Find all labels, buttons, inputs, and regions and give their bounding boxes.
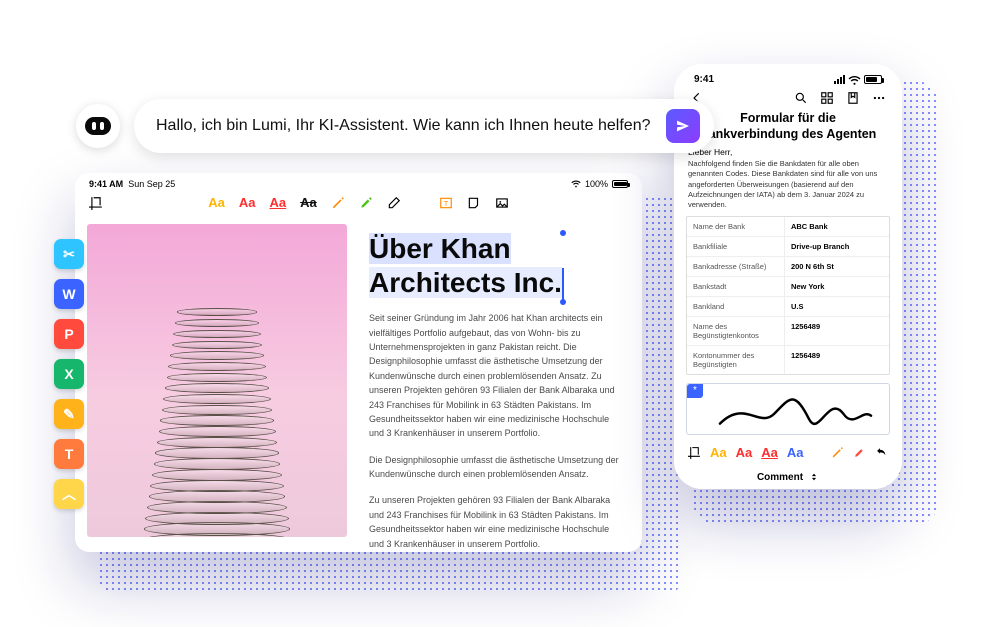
highlight-blue-button[interactable]: Aa (787, 445, 804, 460)
form-table: Name der BankABC BankBankfilialeDrive-up… (686, 216, 890, 375)
table-value: 200 N 6th St (784, 257, 889, 276)
text-caret-icon (562, 268, 564, 303)
highlight-yellow-button[interactable]: Aa (208, 195, 225, 210)
phone-toolbar: Aa Aa Aa Aa (686, 435, 890, 466)
strike-button[interactable]: Aa (300, 195, 317, 210)
side-apps-column: ✂ WPX ✎ T ︿ (54, 239, 84, 509)
svg-text:T: T (444, 200, 449, 207)
signature-field[interactable]: * (686, 383, 890, 435)
more-icon[interactable] (872, 91, 886, 105)
grid-icon[interactable] (820, 91, 834, 105)
table-label: Name des Begünstigtenkontos (687, 317, 784, 345)
table-value: 1256489 (784, 346, 889, 374)
phone-status-bar: 9:41 (686, 64, 890, 89)
app-icon-collapse[interactable]: ︿ (54, 479, 84, 509)
textbox-tool-icon[interactable]: T (439, 196, 453, 210)
app-icon-powerpoint[interactable]: P (54, 319, 84, 349)
pencil-tool-icon[interactable] (831, 446, 844, 459)
marker-tool-icon[interactable] (853, 446, 866, 459)
document-image (87, 224, 347, 537)
document-content: Über Khan Architects Inc. Seit seiner Gr… (347, 218, 642, 549)
table-label: Bankland (687, 297, 784, 316)
table-row: Kontonummer des Begünstigten1256489 (687, 346, 889, 374)
ai-assistant-row: Hallo, ich bin Lumi, Ihr KI-Assistent. W… (76, 99, 714, 153)
signature-icon (715, 394, 873, 434)
highlight-red-button[interactable]: Aa (239, 195, 256, 210)
table-value: Drive-up Branch (784, 237, 889, 256)
table-label: Kontonummer des Begünstigten (687, 346, 784, 374)
crop-tool-icon[interactable] (688, 446, 701, 459)
document-paragraph-2: Die Designphilosophie umfasst die ästhet… (369, 453, 620, 482)
table-value: ABC Bank (784, 217, 889, 236)
highlight-red-button[interactable]: Aa (736, 445, 753, 460)
crop-tool-icon[interactable] (89, 196, 103, 210)
form-greeting: Lieber Herr, (686, 142, 890, 159)
app-icon-text[interactable]: T (54, 439, 84, 469)
marker-tool-icon[interactable] (359, 196, 373, 210)
table-value: U.S (784, 297, 889, 316)
tablet-date: Sun Sep 25 (128, 179, 175, 189)
table-row: BankstadtNew York (687, 277, 889, 297)
bookmark-icon[interactable] (846, 91, 860, 105)
ai-send-button[interactable] (666, 109, 700, 143)
table-row: Bankadresse (Straße)200 N 6th St (687, 257, 889, 277)
undo-button[interactable] (875, 446, 888, 459)
note-tool-icon[interactable] (467, 196, 481, 210)
tablet-time: 9:41 AM (89, 179, 123, 189)
underline-red-button[interactable]: Aa (270, 195, 287, 210)
tablet-device: 9:41 AM Sun Sep 25 100% Aa Aa Aa Aa T Üb (75, 173, 642, 552)
table-label: Bankadresse (Straße) (687, 257, 784, 276)
document-paragraph-3: Zu unseren Projekten gehören 93 Filialen… (369, 493, 620, 549)
ai-bubble: Hallo, ich bin Lumi, Ihr KI-Assistent. W… (134, 99, 714, 153)
tablet-toolbar: Aa Aa Aa Aa T (75, 191, 642, 218)
required-tag: * (687, 384, 703, 398)
form-title: Formular für die Bankverbindung des Agen… (686, 111, 890, 142)
table-row: Name des Begünstigtenkontos1256489 (687, 317, 889, 346)
app-icon-scissors[interactable]: ✂ (54, 239, 84, 269)
highlight-yellow-button[interactable]: Aa (710, 445, 727, 460)
search-icon[interactable] (794, 91, 808, 105)
phone-nav-bar (686, 89, 890, 111)
battery-icon (612, 180, 628, 188)
table-value: 1256489 (784, 317, 889, 345)
document-title[interactable]: Über Khan Architects Inc. (369, 232, 562, 299)
wifi-icon (571, 179, 581, 189)
comment-button[interactable]: Comment (686, 466, 890, 483)
app-icon-word[interactable]: W (54, 279, 84, 309)
tablet-status-bar: 9:41 AM Sun Sep 25 100% (75, 173, 642, 191)
image-tool-icon[interactable] (495, 196, 509, 210)
table-value: New York (784, 277, 889, 296)
table-row: BankfilialeDrive-up Branch (687, 237, 889, 257)
tablet-battery-pct: 100% (585, 179, 608, 189)
form-intro: Nachfolgend finden Sie die Bankdaten für… (686, 159, 890, 216)
battery-icon (864, 75, 882, 84)
app-icon-edit[interactable]: ✎ (54, 399, 84, 429)
send-icon (675, 118, 691, 134)
phone-time: 9:41 (694, 74, 714, 85)
pencil-tool-icon[interactable] (331, 196, 345, 210)
wifi-icon (848, 75, 861, 85)
table-label: Bankstadt (687, 277, 784, 296)
underline-red-button[interactable]: Aa (761, 445, 778, 460)
document-paragraph-1: Seit seiner Gründung im Jahr 2006 hat Kh… (369, 311, 620, 441)
table-row: BanklandU.S (687, 297, 889, 317)
sort-icon (809, 472, 819, 482)
app-icon-excel[interactable]: X (54, 359, 84, 389)
table-label: Bankfiliale (687, 237, 784, 256)
eraser-tool-icon[interactable] (387, 196, 401, 210)
ai-message-text: Hallo, ich bin Lumi, Ihr KI-Assistent. W… (156, 117, 650, 135)
table-label: Name der Bank (687, 217, 784, 236)
ai-avatar-icon (76, 104, 120, 148)
table-row: Name der BankABC Bank (687, 217, 889, 237)
signal-icon (834, 75, 845, 84)
